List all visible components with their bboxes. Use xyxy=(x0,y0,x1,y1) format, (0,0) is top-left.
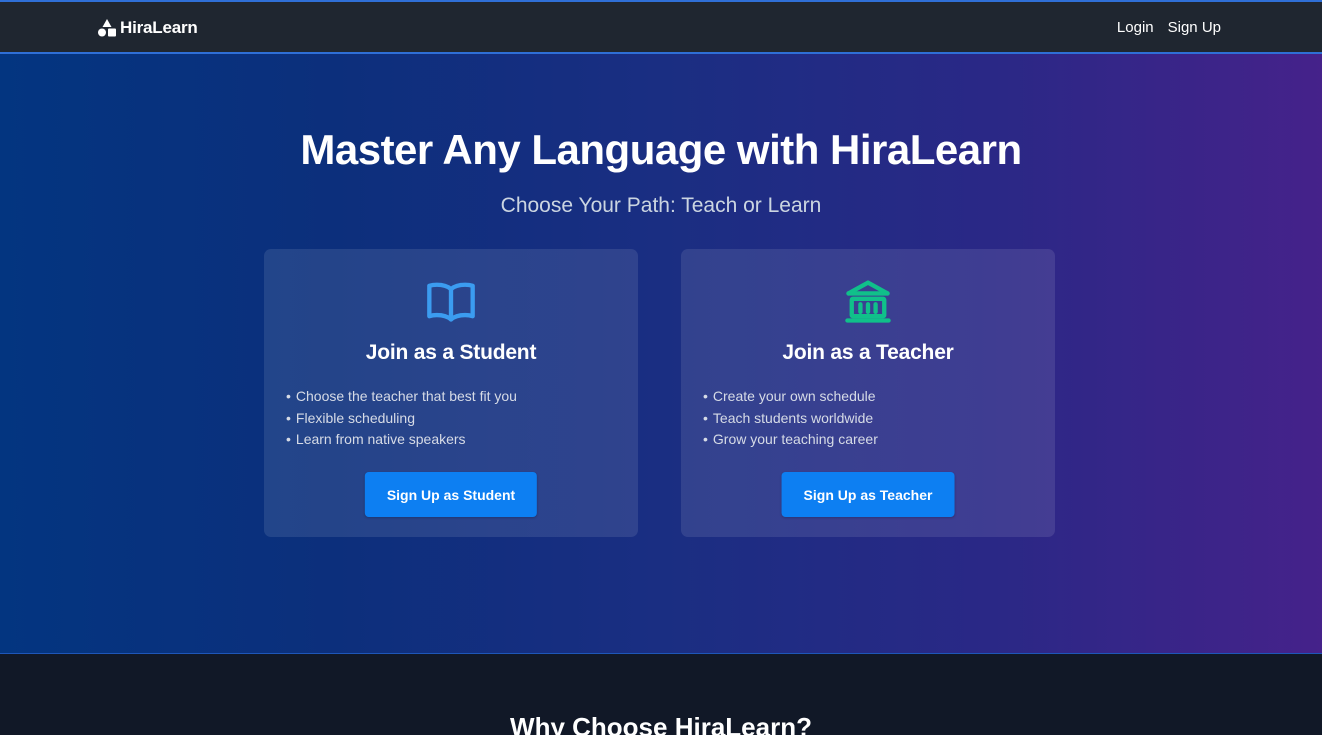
student-feature-list: Choose the teacher that best fit you Fle… xyxy=(286,386,517,451)
why-section: Why Choose HiraLearn? xyxy=(0,653,1322,735)
list-item: Learn from native speakers xyxy=(286,429,517,451)
signup-student-button[interactable]: Sign Up as Student xyxy=(364,472,538,517)
brand-name: HiraLearn xyxy=(120,18,198,37)
hero-title: Master Any Language with HiraLearn xyxy=(300,126,1022,173)
teacher-card-title: Join as a Teacher xyxy=(782,341,954,364)
teacher-card: Join as a Teacher Create your own schedu… xyxy=(681,249,1055,537)
nav-links: Login Sign Up xyxy=(1117,19,1221,36)
student-card-title: Join as a Student xyxy=(365,341,537,364)
signup-teacher-button[interactable]: Sign Up as Teacher xyxy=(781,472,955,517)
hero-section: Master Any Language with HiraLearn Choos… xyxy=(0,54,1322,653)
list-item: Create your own schedule xyxy=(703,386,878,408)
student-card: Join as a Student Choose the teacher tha… xyxy=(264,249,638,537)
shapes-logo-icon xyxy=(98,19,116,37)
top-navbar: HiraLearn Login Sign Up xyxy=(0,0,1322,54)
list-item: Flexible scheduling xyxy=(286,408,517,430)
list-item: Teach students worldwide xyxy=(703,408,878,430)
brand[interactable]: HiraLearn xyxy=(97,17,198,39)
login-link[interactable]: Login xyxy=(1117,19,1154,36)
open-book-icon xyxy=(427,282,475,322)
list-item: Choose the teacher that best fit you xyxy=(286,386,517,408)
why-section-title: Why Choose HiraLearn? xyxy=(510,712,812,735)
list-item: Grow your teaching career xyxy=(703,429,878,451)
bank-building-icon xyxy=(845,280,891,323)
teacher-feature-list: Create your own schedule Teach students … xyxy=(703,386,878,451)
signup-link[interactable]: Sign Up xyxy=(1168,19,1221,36)
hero-subtitle: Choose Your Path: Teach or Learn xyxy=(500,194,822,217)
